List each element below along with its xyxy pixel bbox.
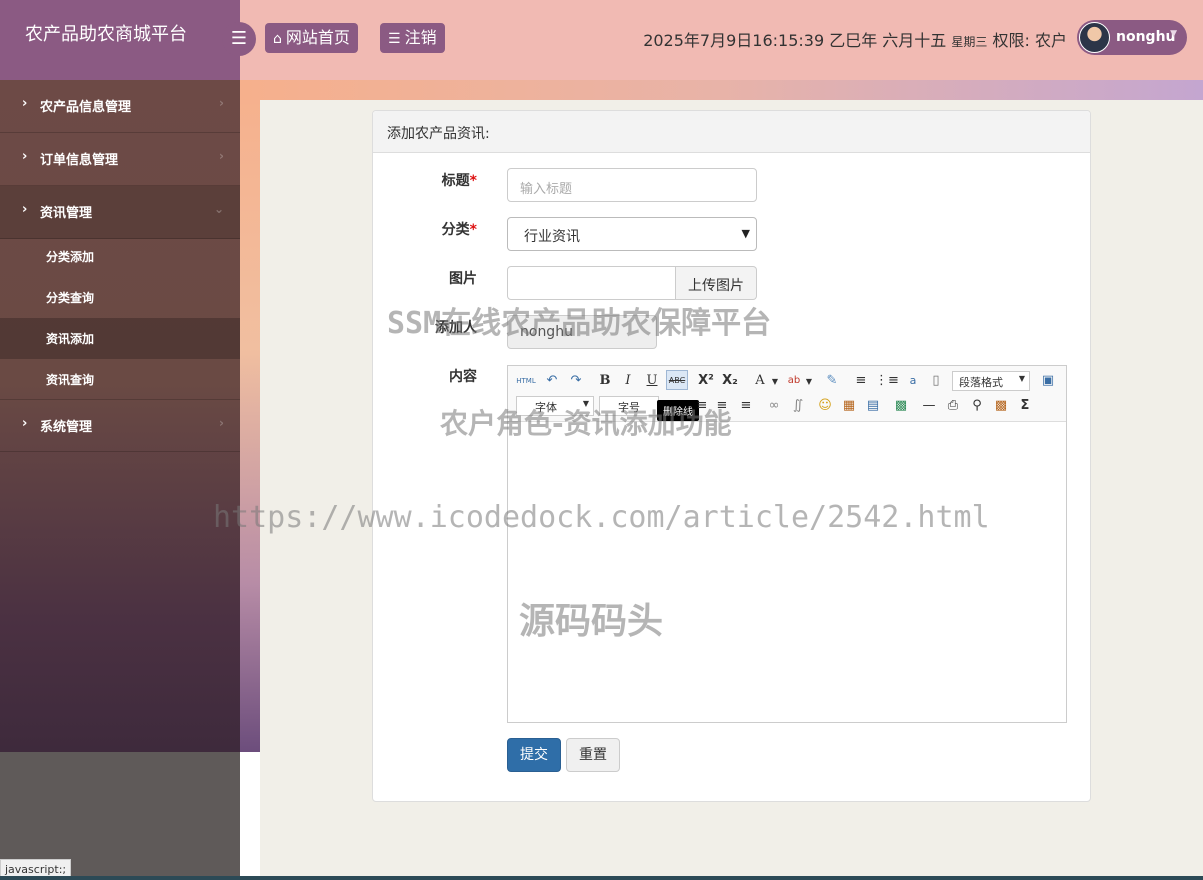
chevron-right-icon: › xyxy=(22,416,28,431)
emoji-icon[interactable]: ☺ xyxy=(815,396,835,416)
underline-icon[interactable]: U xyxy=(642,371,662,391)
top-bar: ⌂ 网站首页 ☰ 注销 2025年7月9日16:15:39 乙巳年 六月十五 星期三… xyxy=(240,0,1203,80)
chevron-down-icon: ⌄ xyxy=(213,202,224,216)
content-label: 内容 xyxy=(449,369,477,385)
paragraph-format-select[interactable]: 段落格式 ▼ xyxy=(952,371,1030,391)
align-right-icon[interactable]: ≡ xyxy=(736,396,756,416)
submenu-category-list[interactable]: 分类查询 xyxy=(0,277,240,318)
horizontal-rule-icon[interactable]: — xyxy=(919,396,939,416)
chevron-right-icon: › xyxy=(219,149,224,163)
link-icon[interactable]: ∞ xyxy=(764,396,784,416)
italic-icon[interactable]: I xyxy=(618,371,638,391)
chevron-right-icon: › xyxy=(22,202,28,217)
chevron-right-icon: › xyxy=(219,416,224,430)
logout-button[interactable]: ☰ 注销 xyxy=(380,23,445,53)
datetime-display: 2025年7月9日16:15:39 乙巳年 六月十五 星期三 权限: 农户 xyxy=(643,27,1067,51)
chevron-down-icon: ▼ xyxy=(741,227,750,240)
chevron-right-icon: › xyxy=(219,96,224,110)
submenu-category-add[interactable]: 分类添加 xyxy=(0,236,240,277)
watermark-title: SSM在线农产品助农保障平台 xyxy=(387,306,772,341)
preview-icon[interactable]: ▣ xyxy=(1038,371,1058,391)
sidebar-item-label: 系统管理 xyxy=(40,420,93,435)
undo-icon[interactable]: ↶ xyxy=(542,371,562,391)
unordered-list-icon[interactable]: ⋮≡ xyxy=(875,371,899,391)
video-icon[interactable]: ▤ xyxy=(863,396,883,416)
sidebar-item-label: 订单信息管理 xyxy=(40,153,119,168)
gradient-strip xyxy=(240,80,1203,100)
weekday-text: 星期三 xyxy=(951,35,988,49)
upload-image-button[interactable]: 上传图片 xyxy=(676,266,757,300)
highlight-icon[interactable]: ab xyxy=(784,371,804,391)
title-label: 标题* xyxy=(441,173,477,189)
image-path-input[interactable] xyxy=(507,266,676,300)
avatar xyxy=(1079,22,1110,53)
subscript-icon[interactable]: X₂ xyxy=(720,371,740,391)
sidebar-item-label: 资讯管理 xyxy=(40,206,93,221)
chevron-down-icon[interactable]: ▼ xyxy=(770,372,780,392)
panel-title: 添加农产品资讯: xyxy=(373,111,1090,153)
category-label: 分类* xyxy=(441,222,477,238)
image-label: 图片 xyxy=(449,271,477,287)
category-select[interactable]: 行业资讯 ▼ xyxy=(507,217,757,251)
reset-button[interactable]: 重置 xyxy=(566,738,620,772)
role-text: 权限: 农户 xyxy=(992,31,1067,50)
image-icon[interactable]: ▦ xyxy=(839,396,859,416)
logout-label: 注销 xyxy=(404,28,437,47)
submenu-news-add[interactable]: 资讯添加 xyxy=(0,318,240,359)
gutter-blank xyxy=(240,752,260,880)
sidebar-item-news[interactable]: › 资讯管理 ⌄ xyxy=(0,186,240,239)
sidebar: › 农产品信息管理 › › 订单信息管理 › › 资讯管理 ⌄ 分类添加 分类查… xyxy=(0,80,240,752)
strikethrough-icon[interactable]: ABC xyxy=(666,370,688,390)
home-label: 网站首页 xyxy=(285,28,350,47)
chevron-down-icon: ▼ xyxy=(1018,374,1025,383)
chevron-right-icon: › xyxy=(22,96,28,111)
menu-icon[interactable]: ☰ xyxy=(222,22,256,56)
font-color-icon[interactable]: A xyxy=(750,371,770,391)
document-icon[interactable]: ▯ xyxy=(926,371,946,391)
submit-button[interactable]: 提交 xyxy=(507,738,561,772)
anchor-icon[interactable]: a xyxy=(903,371,923,391)
paragraph-format-label: 段落格式 xyxy=(959,376,1003,389)
chevron-down-icon[interactable]: ▼ xyxy=(804,372,814,392)
print-icon[interactable]: ⎙ xyxy=(943,396,963,416)
chevron-right-icon: › xyxy=(22,149,28,164)
title-input[interactable]: 输入标题 xyxy=(507,168,757,202)
bottom-border xyxy=(0,876,1203,880)
search-icon[interactable]: ⚲ xyxy=(967,396,987,416)
ordered-list-icon[interactable]: ≡ xyxy=(851,371,871,391)
redo-icon[interactable]: ↷ xyxy=(566,371,586,391)
html-source-button[interactable]: HTML xyxy=(514,371,538,391)
sidebar-item-system[interactable]: › 系统管理 › xyxy=(0,399,240,452)
category-value: 行业资讯 xyxy=(524,229,580,245)
sidebar-item-product[interactable]: › 农产品信息管理 › xyxy=(0,80,240,133)
unlink-icon[interactable]: ∬ xyxy=(788,396,808,416)
username: nonghu xyxy=(1116,29,1176,45)
watermark-subtitle: 农户角色-资讯添加功能 xyxy=(440,407,732,440)
sidebar-item-label: 农产品信息管理 xyxy=(40,100,132,115)
datetime-text: 2025年7月9日16:15:39 乙巳年 六月十五 xyxy=(643,31,947,50)
eraser-icon[interactable]: ✎ xyxy=(822,371,842,391)
brand-title: 农产品助农商城平台 xyxy=(0,0,240,80)
bold-icon[interactable]: B xyxy=(595,371,615,391)
caret-down-icon: ▼ xyxy=(1170,29,1177,39)
submenu-news-list[interactable]: 资讯查询 xyxy=(0,359,240,400)
gradient-gutter xyxy=(240,80,260,752)
watermark-brand: 源码码头 xyxy=(519,601,664,642)
user-menu[interactable]: nonghu ▼ xyxy=(1077,20,1187,55)
home-button[interactable]: ⌂ 网站首页 xyxy=(265,23,358,53)
watermark-url: https://www.icodedock.com/article/2542.h… xyxy=(213,500,990,535)
sidebar-item-orders[interactable]: › 订单信息管理 › xyxy=(0,133,240,186)
superscript-icon[interactable]: X² xyxy=(696,371,716,391)
home-icon: ⌂ xyxy=(273,31,282,47)
sigma-icon[interactable]: Σ xyxy=(1015,396,1035,416)
list-icon: ☰ xyxy=(388,31,401,47)
paste-icon[interactable]: ▩ xyxy=(991,396,1011,416)
insert-image-icon[interactable]: ▩ xyxy=(891,396,911,416)
